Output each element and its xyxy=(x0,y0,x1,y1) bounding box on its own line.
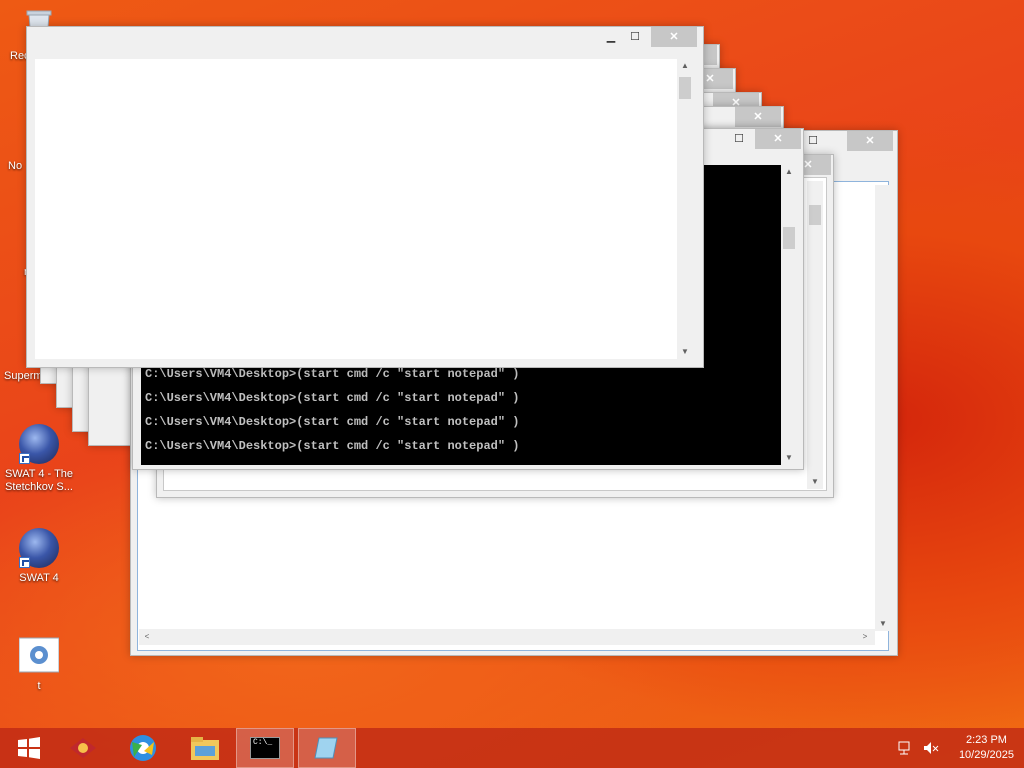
shortcut-arrow-icon xyxy=(19,557,30,568)
scroll-up-button[interactable]: ▲ xyxy=(677,59,693,73)
horizontal-scrollbar[interactable]: < > xyxy=(139,629,875,645)
scroll-thumb[interactable] xyxy=(783,227,795,249)
system-clock[interactable]: 2:23 PM 10/29/2025 xyxy=(959,733,1014,763)
cmd-icon: C:\_ xyxy=(250,737,280,759)
windows-logo-icon xyxy=(18,737,40,759)
scroll-left-button[interactable]: < xyxy=(139,630,155,644)
folder-icon xyxy=(191,737,219,760)
desktop-icon-label: SWAT 4 - The Stetchkov S... xyxy=(4,468,74,493)
vertical-scrollbar[interactable]: ▲ ▼ xyxy=(781,165,797,465)
console-line: C:\Users\VM4\Desktop>(start cmd /c "star… xyxy=(145,439,520,453)
scroll-down-button[interactable]: ▼ xyxy=(807,475,823,489)
notepad-window-front[interactable]: ▁ ☐ ✕ ▲ ▼ xyxy=(26,26,704,368)
scroll-thumb[interactable] xyxy=(809,205,821,225)
taskbar-cmd[interactable]: C:\_ xyxy=(236,728,294,768)
swat4-expansion-icon xyxy=(19,424,59,464)
app-icon xyxy=(70,738,96,758)
vertical-scrollbar[interactable]: ▲ ▼ xyxy=(677,59,693,359)
taskbar-file-explorer[interactable] xyxy=(176,728,234,768)
network-icon[interactable] xyxy=(896,740,912,756)
desktop-icon-swat4[interactable]: SWAT 4 xyxy=(4,528,74,585)
scroll-down-button[interactable]: ▼ xyxy=(875,617,891,631)
desktop-icon-label: SWAT 4 xyxy=(19,572,59,584)
console-line: C:\Users\VM4\Desktop>(start cmd /c "star… xyxy=(145,367,520,381)
shortcut-arrow-icon xyxy=(19,453,30,464)
taskbar: C:\_ 2:23 PM 10/29/2025 xyxy=(0,728,1024,768)
settings-file-icon xyxy=(18,636,60,676)
desktop-icon-swat4-expansion[interactable]: SWAT 4 - The Stetchkov S... xyxy=(4,424,74,494)
maximize-button[interactable]: ☐ xyxy=(727,129,751,149)
vertical-scrollbar[interactable]: ▼ xyxy=(807,181,823,489)
clock-time: 2:23 PM xyxy=(965,734,1007,746)
cmd-icon-label: C:\_ xyxy=(253,738,273,747)
taskbar-browser[interactable] xyxy=(114,728,172,768)
scroll-down-button[interactable]: ▼ xyxy=(781,451,797,465)
close-button[interactable]: ✕ xyxy=(735,107,781,127)
vertical-scrollbar[interactable]: ▼ xyxy=(875,185,891,631)
minimize-button[interactable]: ▁ xyxy=(599,27,623,47)
taskbar-notepad[interactable] xyxy=(298,728,356,768)
scroll-right-button[interactable]: > xyxy=(857,630,873,644)
scroll-down-button[interactable]: ▼ xyxy=(677,345,693,359)
start-button[interactable] xyxy=(0,728,58,768)
volume-muted-icon[interactable] xyxy=(922,740,940,756)
desktop-icon-label: t xyxy=(37,680,41,692)
swat4-icon xyxy=(19,528,59,568)
desktop-icon-t[interactable]: t xyxy=(4,636,74,693)
console-line: C:\Users\VM4\Desktop>(start cmd /c "star… xyxy=(145,415,520,429)
scroll-up-button[interactable]: ▲ xyxy=(781,165,797,179)
browser-icon xyxy=(130,735,156,761)
maximize-button[interactable]: ☐ xyxy=(801,131,825,151)
close-button[interactable]: ✕ xyxy=(847,131,893,151)
taskbar-app-1[interactable] xyxy=(54,728,112,768)
clock-date: 10/29/2025 xyxy=(958,749,1014,761)
maximize-button[interactable]: ☐ xyxy=(623,27,647,47)
title-bar[interactable]: ▁ ☐ ✕ xyxy=(27,27,703,53)
close-button[interactable]: ✕ xyxy=(755,129,801,149)
close-button[interactable]: ✕ xyxy=(651,27,697,47)
scroll-thumb[interactable] xyxy=(679,77,691,99)
text-area[interactable] xyxy=(35,59,677,359)
console-line: C:\Users\VM4\Desktop>(start cmd /c "star… xyxy=(145,391,520,405)
notepad-icon xyxy=(314,737,338,759)
